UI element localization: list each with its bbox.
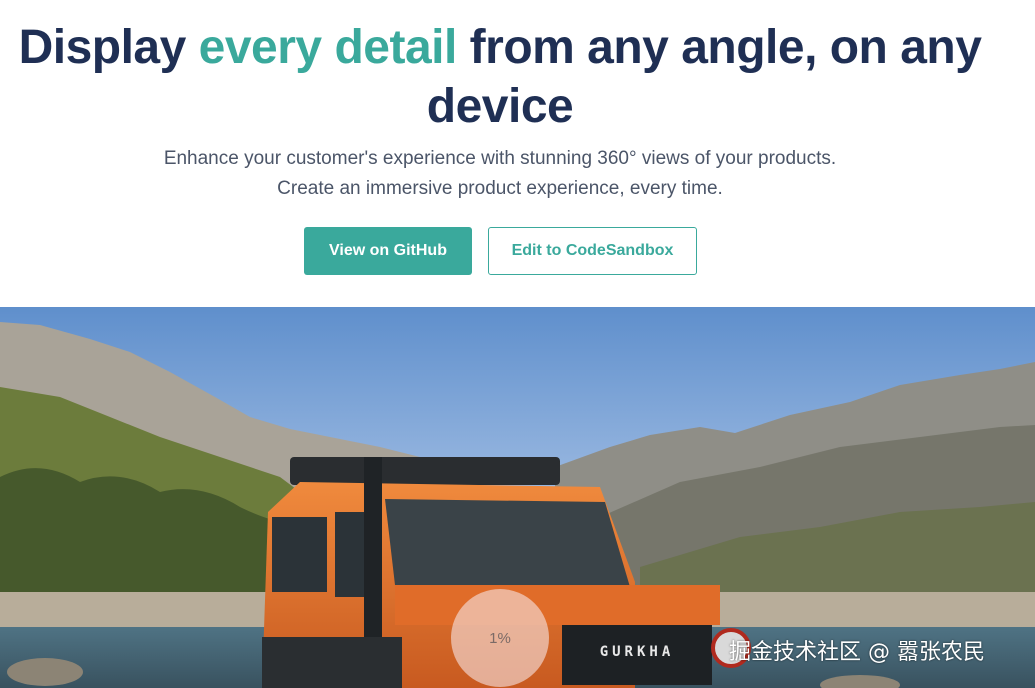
- snorkel: [364, 457, 382, 637]
- headline-accent: every detail: [198, 21, 458, 74]
- headline-part-2: from any angle, on any device: [426, 21, 982, 133]
- windshield: [385, 499, 630, 587]
- vehicle-plate-text: GURKHA: [600, 644, 675, 660]
- loading-progress-indicator: 1%: [451, 589, 549, 687]
- subtitle-line-2: Create an immersive product experience, …: [277, 178, 723, 199]
- page-subtitle: Enhance your customer's experience with …: [0, 144, 1000, 204]
- rock-left: [7, 658, 83, 686]
- view-on-github-button[interactable]: View on GitHub: [304, 227, 472, 275]
- side-window: [272, 517, 327, 592]
- loading-progress-text: 1%: [489, 629, 511, 647]
- page-headline: Display every detail from any angle, on …: [0, 18, 1000, 136]
- edit-codesandbox-button[interactable]: Edit to CodeSandbox: [488, 227, 697, 275]
- fender-left: [262, 637, 402, 688]
- hood: [395, 585, 720, 625]
- watermark-text: 掘金技术社区 @ 嚣张农民: [729, 640, 985, 665]
- hero-section: Display every detail from any angle, on …: [0, 0, 1035, 307]
- roof-rack: [290, 457, 560, 485]
- subtitle-line-1: Enhance your customer's experience with …: [163, 148, 837, 169]
- headline-part-1: Display: [18, 21, 199, 74]
